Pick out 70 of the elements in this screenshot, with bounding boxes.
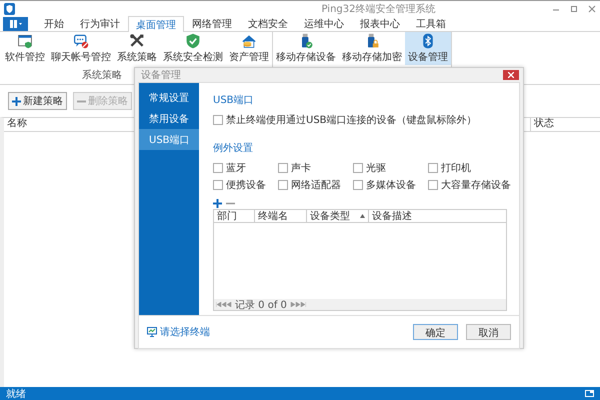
menu-tab[interactable]: 行为审计	[72, 16, 128, 31]
menu-tab[interactable]: 文档安全	[240, 16, 296, 31]
checkbox[interactable]	[353, 163, 363, 173]
ribbon-button[interactable]: 聊天帐号管控	[48, 32, 114, 65]
menu-tab[interactable]: 网络管理	[184, 16, 240, 31]
checkbox[interactable]	[428, 163, 438, 173]
checkbox-option[interactable]: 禁止终端使用通过USB端口连接的设备（键盘鼠标除外）	[213, 113, 511, 127]
column-header[interactable]: 设备类型	[306, 210, 368, 222]
close-button[interactable]	[503, 70, 519, 80]
menu-tab[interactable]: 工具箱	[408, 16, 454, 31]
checkbox-option[interactable]: 光驱	[353, 161, 416, 175]
checkbox[interactable]	[213, 115, 223, 125]
dialog-title: 设备管理	[141, 69, 181, 82]
column-header[interactable]: 终端名	[254, 210, 306, 222]
section-title: USB端口	[213, 94, 255, 107]
menu-icon	[10, 20, 22, 28]
add-icon[interactable]	[213, 199, 222, 208]
ribbon-button[interactable]: 软件管控	[2, 32, 48, 65]
window-icon	[585, 390, 594, 397]
checkbox-option[interactable]: 大容量存储设备	[428, 178, 511, 192]
pager-back-icon[interactable]	[216, 302, 232, 307]
close-icon	[508, 72, 514, 78]
checkbox-option[interactable]: 打印机	[428, 161, 511, 175]
checkbox[interactable]	[213, 180, 223, 190]
column-header[interactable]: 设备描述	[368, 210, 506, 222]
checkbox[interactable]	[278, 163, 288, 173]
window-title: Ping32终端安全管理系统	[320, 2, 436, 16]
plus-icon	[12, 96, 21, 106]
ribbon-button[interactable]: 移动存储加密	[339, 32, 405, 65]
checkbox-option[interactable]: 声卡	[278, 161, 341, 175]
ribbon-button[interactable]: 系统安全检测	[160, 32, 226, 65]
sidebar-item[interactable]: 常规设置	[139, 87, 199, 108]
ribbon-button[interactable]: 资产管理	[226, 32, 272, 65]
house-coins-icon	[240, 33, 258, 49]
checkbox[interactable]	[428, 180, 438, 190]
column-header[interactable]: 部门	[214, 210, 254, 222]
window-shield-icon	[16, 33, 34, 49]
select-terminal-link[interactable]: 请选择终端	[147, 325, 405, 339]
tools-icon	[128, 33, 146, 49]
app-icon	[4, 2, 15, 14]
checkbox-option[interactable]: 便携设备	[213, 178, 266, 192]
checkbox-option[interactable]: 蓝牙	[213, 161, 266, 175]
chat-blocked-icon	[72, 33, 90, 49]
checkbox[interactable]	[213, 163, 223, 173]
ribbon-group-label: 系统策略	[82, 68, 122, 82]
ribbon-button[interactable]: 移动存储设备	[273, 32, 339, 65]
close-icon[interactable]	[588, 4, 596, 12]
checkbox-option[interactable]: 网络适配器	[278, 178, 341, 192]
maximize-icon[interactable]	[570, 4, 578, 12]
cancel-button[interactable]: 取消	[466, 324, 511, 340]
sidebar-item[interactable]: 禁用设备	[139, 108, 199, 129]
status-text: 就绪	[6, 388, 26, 400]
checkbox[interactable]	[278, 180, 288, 190]
shield-check-icon	[184, 33, 202, 49]
checkbox-option[interactable]: 多媒体设备	[353, 178, 416, 192]
column-header[interactable]: 状态	[530, 118, 600, 131]
menu-tab[interactable]: 报表中心	[352, 16, 408, 31]
menu-tab[interactable]: 开始	[36, 16, 72, 31]
checkbox[interactable]	[353, 180, 363, 190]
section-title: 例外设置	[213, 142, 254, 155]
menu-tab[interactable]: 运维中心	[296, 16, 352, 31]
app-menu-button[interactable]	[3, 17, 28, 31]
ribbon-button[interactable]: 设备管理	[405, 32, 451, 65]
new-policy-button[interactable]: 新建策略	[8, 92, 67, 110]
pager-text: 记录 0 of 0	[235, 298, 287, 312]
menu-tab[interactable]: 桌面管理	[128, 16, 184, 32]
ribbon-button[interactable]: 系统策略	[114, 32, 160, 65]
ok-button[interactable]: 确定	[413, 324, 458, 340]
pager-forward-icon[interactable]	[290, 302, 306, 307]
monitor-icon	[147, 327, 157, 337]
